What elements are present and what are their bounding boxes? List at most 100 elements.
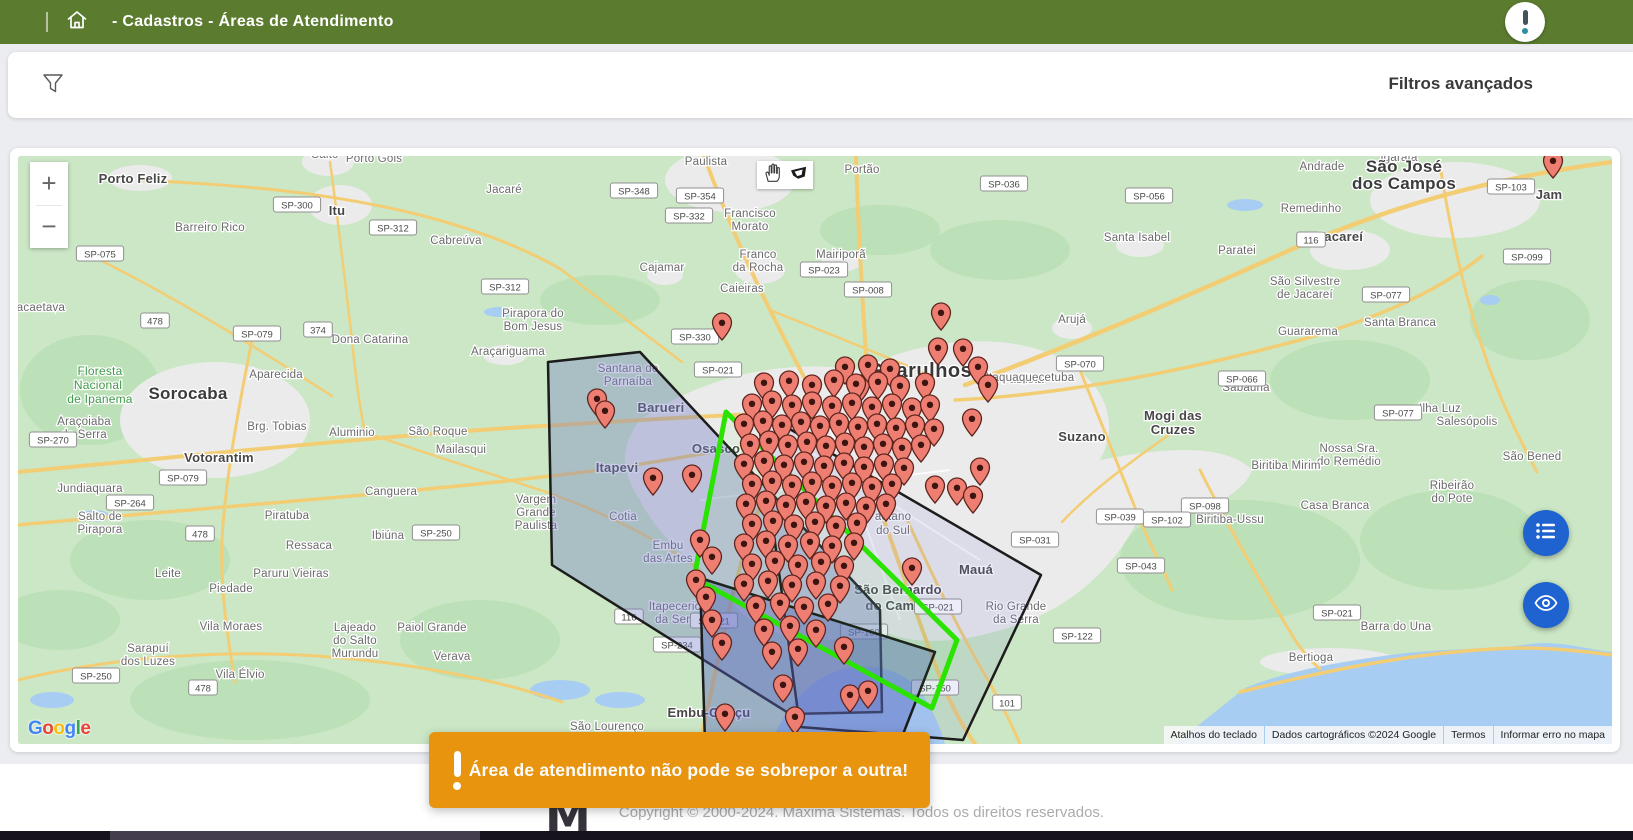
road-badge: SP-250 [412, 525, 459, 540]
road-badge-label: SP-270 [37, 436, 69, 447]
marker-dot [837, 583, 843, 589]
pan-hand-button[interactable] [757, 161, 785, 189]
marker-dot [741, 421, 747, 427]
toast-warning[interactable]: Área de atendimento não pode se sobrepor… [429, 732, 930, 808]
marker-dot [841, 644, 847, 650]
marker-dot [960, 346, 966, 352]
exclamation-icon [1522, 10, 1528, 34]
lake [530, 680, 590, 700]
map-label: Cruzes [1151, 422, 1196, 437]
map-label: Araçariguama [471, 346, 545, 358]
marker-dot [749, 481, 755, 487]
marker-dot [841, 563, 847, 569]
report-map-error-link[interactable]: Informar erro no mapa [1494, 726, 1612, 744]
road-badge-label: SP-330 [679, 333, 711, 344]
map-label: Ressaca [286, 540, 333, 552]
map-label: Cabreúva [430, 235, 482, 247]
road-badge-label: SP-023 [808, 266, 840, 277]
marker-dot [869, 404, 875, 410]
home-icon [65, 8, 89, 37]
road-badge: SP-330 [671, 329, 718, 344]
map-canvas[interactable]: Porto FelizSaltoPorto GóisItuBarreiro Ri… [18, 156, 1612, 744]
google-logo-letter: G [28, 718, 42, 739]
map-label: Guararema [1278, 326, 1338, 338]
marker-dot [719, 640, 725, 646]
road-badge-label: SP-102 [1151, 516, 1183, 527]
road-badge: SP-070 [1056, 356, 1103, 371]
marker-dot [749, 561, 755, 567]
map-svg[interactable]: Porto FelizSaltoPorto GóisItuBarreiro Ri… [18, 156, 1612, 744]
layers-list-button[interactable] [1523, 510, 1569, 556]
marker-dot [801, 459, 807, 465]
page-title: - Cadastros - Áreas de Atendimento [112, 13, 394, 31]
marker-dot [769, 478, 775, 484]
toast-message: Área de atendimento não pode se sobrepor… [461, 760, 930, 781]
header-divider [46, 12, 48, 32]
map-label: Suzano [1058, 429, 1105, 444]
filter-funnel-icon[interactable] [42, 72, 66, 98]
map-label: dos Luzes [121, 656, 175, 668]
road-badge-label: SP-021 [702, 366, 734, 377]
road-badge: 478 [141, 313, 170, 328]
marker-dot [709, 554, 715, 560]
road-badge: SP-103 [1487, 179, 1534, 194]
marker-dot [817, 423, 823, 429]
marker-dot [785, 442, 791, 448]
marker-dot [795, 646, 801, 652]
marker-dot [887, 366, 893, 372]
map-label: Porto Feliz [99, 171, 168, 186]
map-label: Jam [1536, 187, 1563, 202]
map-label: São Bened [1503, 451, 1562, 463]
marker-dot [693, 577, 699, 583]
marker-dot [777, 600, 783, 606]
marker-dot [843, 500, 849, 506]
road-badge-label: SP-300 [281, 201, 313, 212]
map-label: Sorocaba [148, 384, 227, 403]
draw-polygon-button[interactable] [785, 161, 813, 189]
zoom-out-button[interactable]: − [30, 206, 68, 249]
marker-dot [761, 626, 767, 632]
terms-link[interactable]: Termos [1444, 726, 1492, 744]
home-button[interactable] [64, 9, 90, 35]
marker-dot [791, 522, 797, 528]
road-badge: SP-036 [980, 176, 1027, 191]
marker-dot [812, 519, 818, 525]
road-badge: 478 [186, 526, 215, 541]
road-badge: SP-008 [844, 282, 891, 297]
road-badge-label: 116 [1303, 236, 1318, 247]
map-label: de Jacareí [1277, 289, 1333, 301]
map-label: Barra do Una [1361, 621, 1432, 633]
road-badge-label: 374 [310, 326, 326, 337]
map-label: Canguera [365, 486, 418, 498]
google-logo[interactable]: Google [28, 718, 90, 740]
map-label: Remedinho [1281, 203, 1342, 215]
map-label: Itaquaquecetuba [986, 372, 1075, 384]
keyboard-shortcuts-link[interactable]: Atalhos do teclado [1164, 726, 1264, 744]
lake [1227, 199, 1263, 211]
road-badge: SP-031 [1011, 532, 1058, 547]
marker-dot [747, 441, 753, 447]
marker-dot [985, 382, 991, 388]
marker-dot [753, 603, 759, 609]
zoom-in-button[interactable]: + [30, 162, 68, 205]
forest-patch [820, 205, 940, 255]
road-badge-label: SP-354 [684, 192, 716, 203]
marker-dot [763, 498, 769, 504]
notification-button[interactable] [1505, 2, 1545, 42]
visibility-button[interactable] [1523, 582, 1569, 628]
marker-dot [769, 398, 775, 404]
map-label: Murundu [332, 648, 379, 660]
filter-bar: Filtros avançados [8, 52, 1633, 118]
map-label: Santa Branca [1364, 317, 1436, 329]
advanced-filters-link[interactable]: Filtros avançados [1388, 74, 1533, 94]
scrollbar-thumb[interactable] [110, 831, 480, 840]
road-badge: SP-250 [72, 668, 119, 683]
horizontal-scrollbar[interactable] [0, 831, 1633, 840]
google-logo-letter: g [65, 718, 76, 739]
map-label: Verava [433, 651, 470, 663]
marker-dot [761, 458, 767, 464]
google-logo-letter: e [80, 718, 90, 739]
marker-dot [829, 483, 835, 489]
road-badge-label: SP-043 [1125, 562, 1157, 573]
marker-dot [849, 480, 855, 486]
